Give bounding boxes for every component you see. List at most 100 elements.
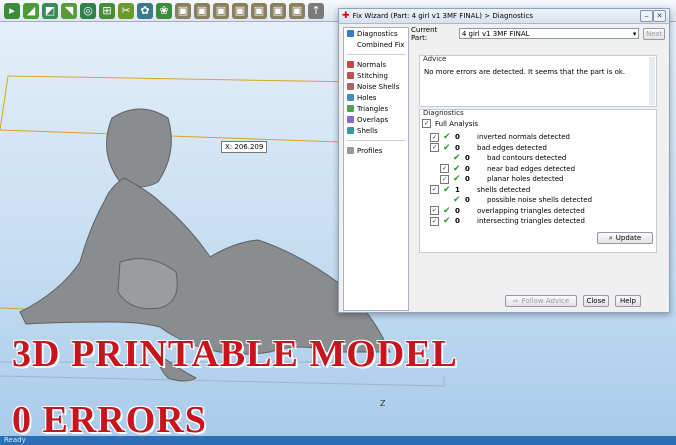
nav-diagnostics[interactable]: Diagnostics <box>344 28 408 39</box>
diagnostic-row: ✓ ✔ 0 near bad edges detected <box>440 164 575 174</box>
nav-label: Combined Fix <box>357 40 405 49</box>
select-tool-icon[interactable]: ◩ <box>42 2 58 19</box>
close-button[interactable]: Close <box>583 295 609 307</box>
dialog-titlebar[interactable]: ✚ Fix Wizard (Part: 4 girl v1 3MF FINAL)… <box>339 9 669 24</box>
overlay-title-line1: 3D PRINTABLE MODEL <box>12 333 458 375</box>
arrow-tool-icon[interactable]: ↑ <box>308 2 324 19</box>
diagnostic-count: 0 <box>465 164 470 173</box>
diagnostic-count: 0 <box>455 143 460 152</box>
diagnostic-count: 0 <box>465 196 470 204</box>
diagnostic-row: ✓ ✔ 0 inverted normals detected <box>430 132 570 142</box>
diagnostic-checkbox[interactable]: ✓ <box>430 132 439 142</box>
current-part-select[interactable]: 4 girl v1 3MF FINAL ▾ <box>458 28 640 39</box>
dialog-buttons: ⇨ Follow Advice Close Help <box>505 295 641 307</box>
check-icon: ✔ <box>453 163 461 174</box>
nav-label: Holes <box>357 93 377 102</box>
nav-separator <box>346 140 406 141</box>
advice-text: No more errors are detected. It seems th… <box>424 68 626 76</box>
follow-advice-button[interactable]: ⇨ Follow Advice <box>505 295 577 307</box>
nav-triangles[interactable]: Triangles <box>344 103 408 114</box>
cut-tool-icon[interactable]: ⊞ <box>99 2 115 19</box>
update-button[interactable]: ⌕ Update <box>597 232 653 244</box>
diagnostic-label: bad contours detected <box>487 154 567 162</box>
nav-label: Noise Shells <box>357 82 400 91</box>
view-cube-iso-icon[interactable]: ▣ <box>289 2 305 19</box>
current-part-row: Current Part: 4 girl v1 3MF FINAL ▾ Next <box>411 25 665 42</box>
shell-tool-icon[interactable]: ❀ <box>156 2 172 19</box>
full-analysis-row: ✓ Full Analysis <box>422 119 478 128</box>
fix-wizard-icon: ✚ <box>342 11 350 21</box>
full-analysis-label: Full Analysis <box>435 119 479 128</box>
diagnostic-label: inverted normals detected <box>477 133 570 141</box>
diagnostic-row: ✓ ✔ 0 intersecting triangles detected <box>430 216 585 226</box>
help-button[interactable]: Help <box>615 295 641 307</box>
profiles-icon <box>347 147 354 154</box>
diagnostic-label: overlapping triangles detected <box>477 206 585 215</box>
shells-icon <box>347 127 354 134</box>
triangle-tool-icon[interactable]: ◢ <box>23 2 39 19</box>
nav-stitching[interactable]: Stitching <box>344 70 408 81</box>
nav-shells[interactable]: Shells <box>344 125 408 136</box>
diagnostic-row: ✓ ✔ 0 overlapping triangles detected <box>430 206 585 216</box>
check-icon: ✔ <box>453 153 461 163</box>
view-cube-top-icon[interactable]: ▣ <box>251 2 267 19</box>
overlaps-icon <box>347 116 354 123</box>
diagnostic-row: ✔ 0 possible noise shells detected <box>440 195 592 205</box>
view-cube-back-icon[interactable]: ▣ <box>194 2 210 19</box>
next-button[interactable]: Next <box>643 27 665 40</box>
noise-shells-icon <box>347 83 354 90</box>
nav-noise-shells[interactable]: Noise Shells <box>344 81 408 92</box>
check-icon: ✔ <box>443 132 451 142</box>
diagnostic-label: possible noise shells detected <box>487 196 593 204</box>
rotate-tool-icon[interactable]: ◎ <box>80 2 96 19</box>
status-bar: Ready <box>0 436 676 445</box>
diagnostic-count: 1 <box>455 185 460 194</box>
diagnostic-count: 0 <box>465 175 470 183</box>
minimize-button[interactable]: ‒ <box>640 10 653 22</box>
advice-scrollbar[interactable] <box>649 57 655 105</box>
diagnostic-label: shells detected <box>477 185 531 194</box>
diagnostic-row: ✓ ✔ 0 bad edges detected <box>430 143 547 153</box>
pointer-tool-icon[interactable]: ▸ <box>4 2 20 19</box>
diagnostic-checkbox[interactable]: ✓ <box>430 206 439 215</box>
color-tool-icon[interactable]: ✿ <box>137 2 153 19</box>
diagnostics-icon <box>347 30 354 37</box>
nav-overlaps[interactable]: Overlaps <box>344 114 408 125</box>
diagnostic-row: ✓ ✔ 1 shells detected <box>430 185 530 195</box>
triangles-icon <box>347 105 354 112</box>
diagnostic-label: bad edges detected <box>477 143 547 152</box>
normals-icon <box>347 61 354 68</box>
nav-label: Normals <box>357 60 386 69</box>
nav-label: Triangles <box>357 104 389 113</box>
diagnostic-checkbox[interactable]: ✓ <box>430 143 439 152</box>
nav-holes[interactable]: Holes <box>344 92 408 103</box>
support-tool-icon[interactable]: ✂ <box>118 2 134 19</box>
diagnostics-title: Diagnostics <box>423 109 464 117</box>
close-window-button[interactable]: ✕ <box>653 10 666 22</box>
view-cube-bottom-icon[interactable]: ▣ <box>270 2 286 19</box>
check-icon: ✔ <box>443 142 451 153</box>
diagnostic-label: intersecting triangles detected <box>477 217 585 225</box>
update-label: Update <box>615 233 642 242</box>
diagnostic-count: 0 <box>455 206 460 215</box>
nav-label: Stitching <box>357 71 388 80</box>
magnifier-icon: ⌕ <box>608 233 613 242</box>
view-cube-front-icon[interactable]: ▣ <box>175 2 191 19</box>
wizard-main-panel: Current Part: 4 girl v1 3MF FINAL ▾ Next… <box>411 25 665 309</box>
diagnostic-checkbox[interactable]: ✓ <box>430 185 439 194</box>
nav-normals[interactable]: Normals <box>344 59 408 70</box>
nav-combined-fix[interactable]: Combined Fix <box>344 39 408 50</box>
view-cube-left-icon[interactable]: ▣ <box>213 2 229 19</box>
diagnostic-checkbox[interactable]: ✓ <box>430 216 439 226</box>
nav-profiles[interactable]: Profiles <box>344 145 408 156</box>
check-icon: ✔ <box>453 195 461 205</box>
diagnostic-checkbox[interactable]: ✓ <box>440 174 449 184</box>
diagnostic-checkbox[interactable]: ✓ <box>440 164 449 173</box>
measure-tool-icon[interactable]: ◥ <box>61 2 77 19</box>
view-cube-right-icon[interactable]: ▣ <box>232 2 248 19</box>
full-analysis-checkbox[interactable]: ✓ <box>422 119 431 128</box>
current-part-label: Current Part: <box>411 25 438 42</box>
nav-separator <box>346 54 406 55</box>
diagnostic-count: 0 <box>465 154 470 162</box>
arrow-right-icon: ⇨ <box>512 296 519 305</box>
